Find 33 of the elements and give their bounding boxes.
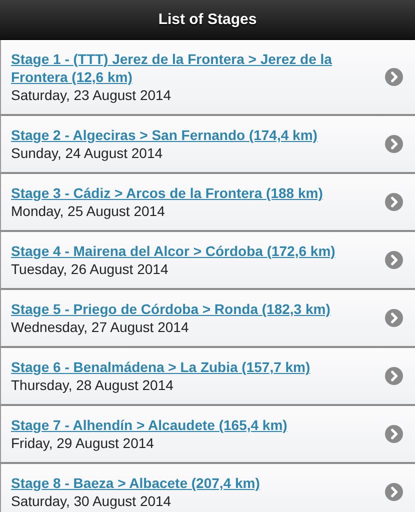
chevron-right-icon <box>385 425 403 443</box>
stage-link[interactable]: Stage 4 - Mairena del Alcor > Córdoba (172,6 km) <box>11 242 336 260</box>
stage-link[interactable]: Stage 3 - Cádiz > Arcos de la Frontera (188 km) <box>11 184 323 202</box>
chevron-right-icon <box>385 135 403 153</box>
chevron-right-icon <box>385 68 403 86</box>
stage-date: Friday, 29 August 2014 <box>11 434 154 452</box>
stage-list-item[interactable]: Stage 4 - Mairena del Alcor > Córdoba (172,6 km) Tuesday, 26 August 2014 <box>0 232 415 290</box>
chevron-right-icon <box>385 193 403 211</box>
chevron-right-icon <box>385 309 403 327</box>
page-title: List of Stages <box>158 11 257 28</box>
stage-list-item[interactable]: Stage 1 - (TTT) Jerez de la Frontera > Jerez de la Frontera (12,6 km) Saturday, 23 August 2014 <box>0 40 415 116</box>
stage-date: Wednesday, 27 August 2014 <box>11 318 189 336</box>
stage-list-item[interactable]: Stage 7 - Alhendín > Alcaudete (165,4 km) Friday, 29 August 2014 <box>0 406 415 464</box>
stage-list-item[interactable]: Stage 6 - Benalmádena > La Zubia (157,7 km) Thursday, 28 August 2014 <box>0 348 415 406</box>
chevron-right-icon <box>385 483 403 501</box>
stage-date: Tuesday, 26 August 2014 <box>11 260 168 278</box>
chevron-right-icon <box>385 251 403 269</box>
stage-date: Saturday, 30 August 2014 <box>11 492 172 510</box>
stage-list-item[interactable]: Stage 8 - Baeza > Albacete (207,4 km) Saturday, 30 August 2014 <box>0 464 415 512</box>
stage-date: Saturday, 23 August 2014 <box>11 86 172 104</box>
stage-link[interactable]: Stage 7 - Alhendín > Alcaudete (165,4 km) <box>11 416 288 434</box>
stage-date: Thursday, 28 August 2014 <box>11 376 174 394</box>
stage-link[interactable]: Stage 6 - Benalmádena > La Zubia (157,7 km) <box>11 358 310 376</box>
stage-link[interactable]: Stage 1 - (TTT) Jerez de la Frontera > Jerez de la Frontera (12,6 km) <box>11 50 369 86</box>
stage-link[interactable]: Stage 8 - Baeza > Albacete (207,4 km) <box>11 474 260 492</box>
chevron-right-icon <box>385 367 403 385</box>
stage-link[interactable]: Stage 2 - Algeciras > San Fernando (174,4 km) <box>11 126 318 144</box>
stage-list-item[interactable]: Stage 5 - Priego de Córdoba > Ronda (182,3 km) Wednesday, 27 August 2014 <box>0 290 415 348</box>
stage-list-item[interactable]: Stage 2 - Algeciras > San Fernando (174,4 km) Sunday, 24 August 2014 <box>0 116 415 174</box>
stage-list-item[interactable]: Stage 3 - Cádiz > Arcos de la Frontera (188 km) Monday, 25 August 2014 <box>0 174 415 232</box>
stage-date: Sunday, 24 August 2014 <box>11 144 163 162</box>
stage-link[interactable]: Stage 5 - Priego de Córdoba > Ronda (182,3 km) <box>11 300 330 318</box>
stage-date: Monday, 25 August 2014 <box>11 202 165 220</box>
